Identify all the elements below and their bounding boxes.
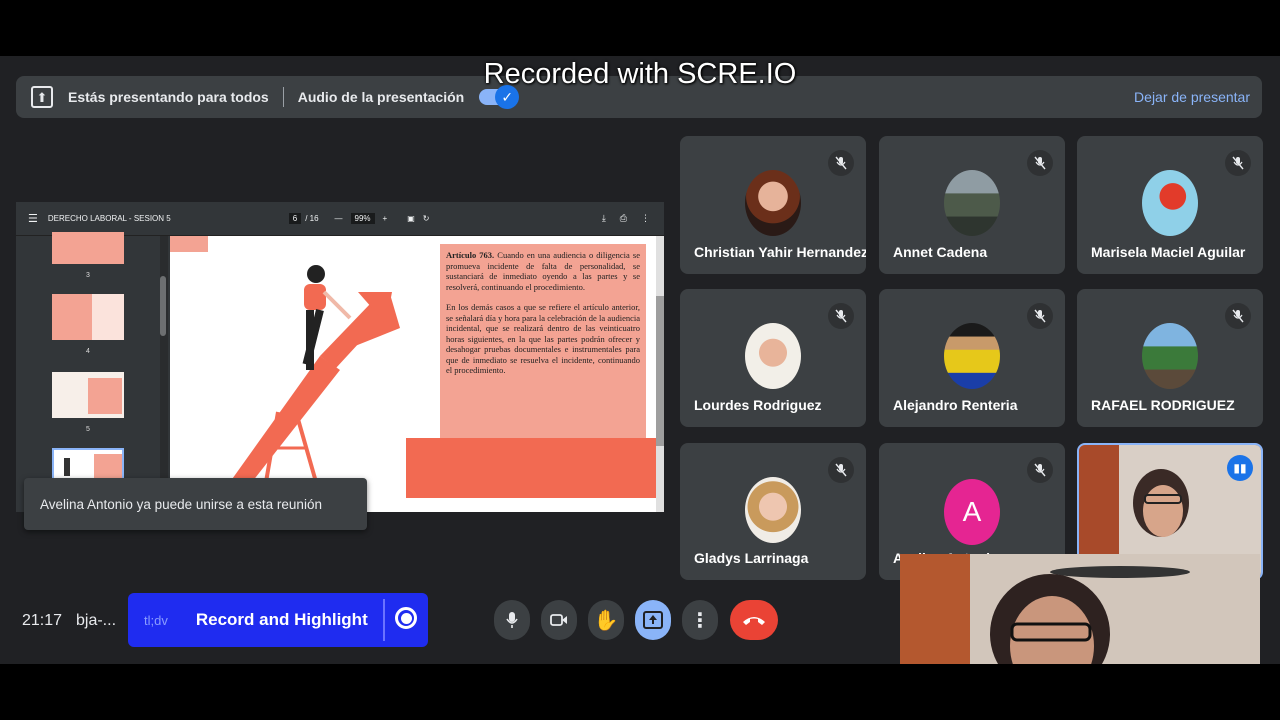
mic-off-icon	[828, 150, 854, 176]
presentation-audio-toggle[interactable]: ✓	[479, 85, 520, 109]
avatar	[745, 323, 801, 389]
page-total: / 16	[305, 214, 319, 223]
thumbnail-page[interactable]	[52, 372, 124, 418]
participant-name: RAFAEL RODRIGUEZ	[1091, 397, 1235, 413]
print-icon[interactable]: ⎙	[620, 213, 627, 224]
presenting-status-text: Estás presentando para todos	[68, 89, 269, 105]
record-icon[interactable]	[395, 607, 417, 629]
presentation-audio-label: Audio de la presentación	[297, 89, 465, 105]
mic-off-icon	[828, 303, 854, 329]
article-text-box: Artículo 763. Cuando en una audiencia o …	[440, 244, 646, 466]
thumbnail-scrollbar[interactable]	[160, 236, 168, 512]
page-indicator: 6 / 16	[288, 213, 319, 224]
leave-call-button[interactable]	[730, 600, 778, 640]
stop-presenting-button[interactable]: Dejar de presentar	[1134, 89, 1250, 105]
thumbnail-label: 3	[86, 272, 90, 279]
participant-tile[interactable]: Annet Cadena	[879, 136, 1065, 274]
shared-screen-pdf-viewer[interactable]: ☰ DERECHO LABORAL - SESION 5 6 / 16 — 99…	[16, 202, 664, 512]
camera-icon	[550, 614, 567, 626]
present-now-button[interactable]	[635, 600, 671, 640]
page-scrollbar[interactable]	[656, 236, 664, 512]
audio-level-icon: ▮▮	[1227, 455, 1253, 481]
microphone-button[interactable]	[494, 600, 530, 640]
avatar	[745, 477, 801, 543]
join-notification-text: Avelina Antonio ya puede unirse a esta r…	[40, 496, 322, 512]
participant-name: Lourdes Rodriguez	[694, 397, 822, 413]
page-number-input[interactable]: 6	[288, 213, 302, 224]
pdf-actions: ⤓ ⎙ ⋮	[602, 213, 650, 224]
mic-off-icon	[1027, 457, 1053, 483]
participant-name: Marisela Maciel Aguilar	[1091, 244, 1246, 260]
self-video-frame	[900, 554, 1260, 664]
self-view-video[interactable]	[900, 554, 1260, 664]
mic-off-icon	[828, 457, 854, 483]
mic-off-icon	[1225, 303, 1251, 329]
mic-off-icon	[1027, 150, 1053, 176]
participant-name: Christian Yahir Hernandez	[694, 244, 866, 260]
mic-off-icon	[1225, 150, 1251, 176]
menu-icon[interactable]: ☰	[28, 212, 38, 225]
participant-tile[interactable]: Alejandro Renteria	[879, 289, 1065, 427]
record-divider	[383, 599, 385, 641]
more-vert-icon[interactable]: ⋮	[641, 213, 650, 224]
meeting-code[interactable]: bja-...	[76, 612, 116, 630]
zoom-level[interactable]: 99%	[350, 213, 375, 224]
pdf-page: Artículo 763. Cuando en una audiencia o …	[170, 236, 656, 512]
participant-name: Annet Cadena	[893, 244, 988, 260]
meet-window: ⬆ Estás presentando para todos Audio de …	[0, 56, 1280, 664]
mic-off-icon	[1027, 303, 1053, 329]
thumbnail-label: 4	[86, 348, 90, 355]
participant-tile[interactable]: Christian Yahir Hernandez	[680, 136, 866, 274]
participant-name: Gladys Larrinaga	[694, 550, 809, 566]
clock: 21:17	[22, 612, 63, 629]
avatar	[1142, 170, 1198, 236]
thumbnail-page[interactable]	[52, 232, 124, 264]
raise-hand-button[interactable]: ✋	[588, 600, 624, 640]
more-vert-icon: ⋮	[690, 609, 710, 632]
more-options-button[interactable]: ⋮	[682, 600, 718, 640]
article-paragraph-2: En los demás casos a que se refiere el a…	[446, 302, 640, 375]
avatar	[944, 323, 1000, 389]
rotate-icon[interactable]: ↻	[423, 214, 430, 223]
hang-up-icon	[743, 617, 765, 625]
tldv-record-button[interactable]: tl;dv Record and Highlight	[128, 593, 428, 647]
thumbnail-page[interactable]	[52, 294, 124, 340]
fit-page-icon[interactable]: ▣	[407, 214, 415, 223]
pdf-toolbar: ☰ DERECHO LABORAL - SESION 5 6 / 16 — 99…	[16, 202, 664, 236]
thumbnail-label: 5	[86, 426, 90, 433]
join-notification: Avelina Antonio ya puede unirse a esta r…	[24, 478, 367, 530]
tldv-logo: tl;dv	[144, 612, 168, 628]
slide-footer-band	[406, 438, 656, 498]
thumbnail-sidebar: 3 4 5	[16, 232, 160, 512]
participant-tile[interactable]: Gladys Larrinaga	[680, 443, 866, 580]
avatar	[944, 170, 1000, 236]
avatar	[1142, 323, 1198, 389]
microphone-icon	[506, 612, 518, 628]
download-icon[interactable]: ⤓	[602, 213, 606, 224]
participant-tile[interactable]: RAFAEL RODRIGUEZ	[1077, 289, 1263, 427]
participant-tile[interactable]: Marisela Maciel Aguilar	[1077, 136, 1263, 274]
zoom-out-icon[interactable]: —	[335, 214, 343, 223]
participant-tile[interactable]: Lourdes Rodriguez	[680, 289, 866, 427]
record-label: Record and Highlight	[195, 610, 368, 629]
avatar-initial: A	[944, 479, 1000, 545]
avatar	[745, 170, 801, 236]
present-screen-icon	[643, 611, 663, 629]
zoom-controls: — 99% + ▣ ↻	[335, 213, 430, 224]
pdf-title: DERECHO LABORAL - SESION 5	[47, 214, 171, 223]
raise-hand-icon: ✋	[593, 609, 619, 632]
thumbnail-page-current[interactable]	[52, 448, 124, 482]
article-title: Artículo 763.	[446, 250, 495, 260]
recording-watermark: Recorded with SCRE.IO	[483, 58, 797, 90]
slide-illustration	[230, 265, 400, 483]
camera-button[interactable]	[541, 600, 577, 640]
participant-name: Alejandro Renteria	[893, 397, 1018, 413]
zoom-in-icon[interactable]: +	[383, 214, 388, 223]
